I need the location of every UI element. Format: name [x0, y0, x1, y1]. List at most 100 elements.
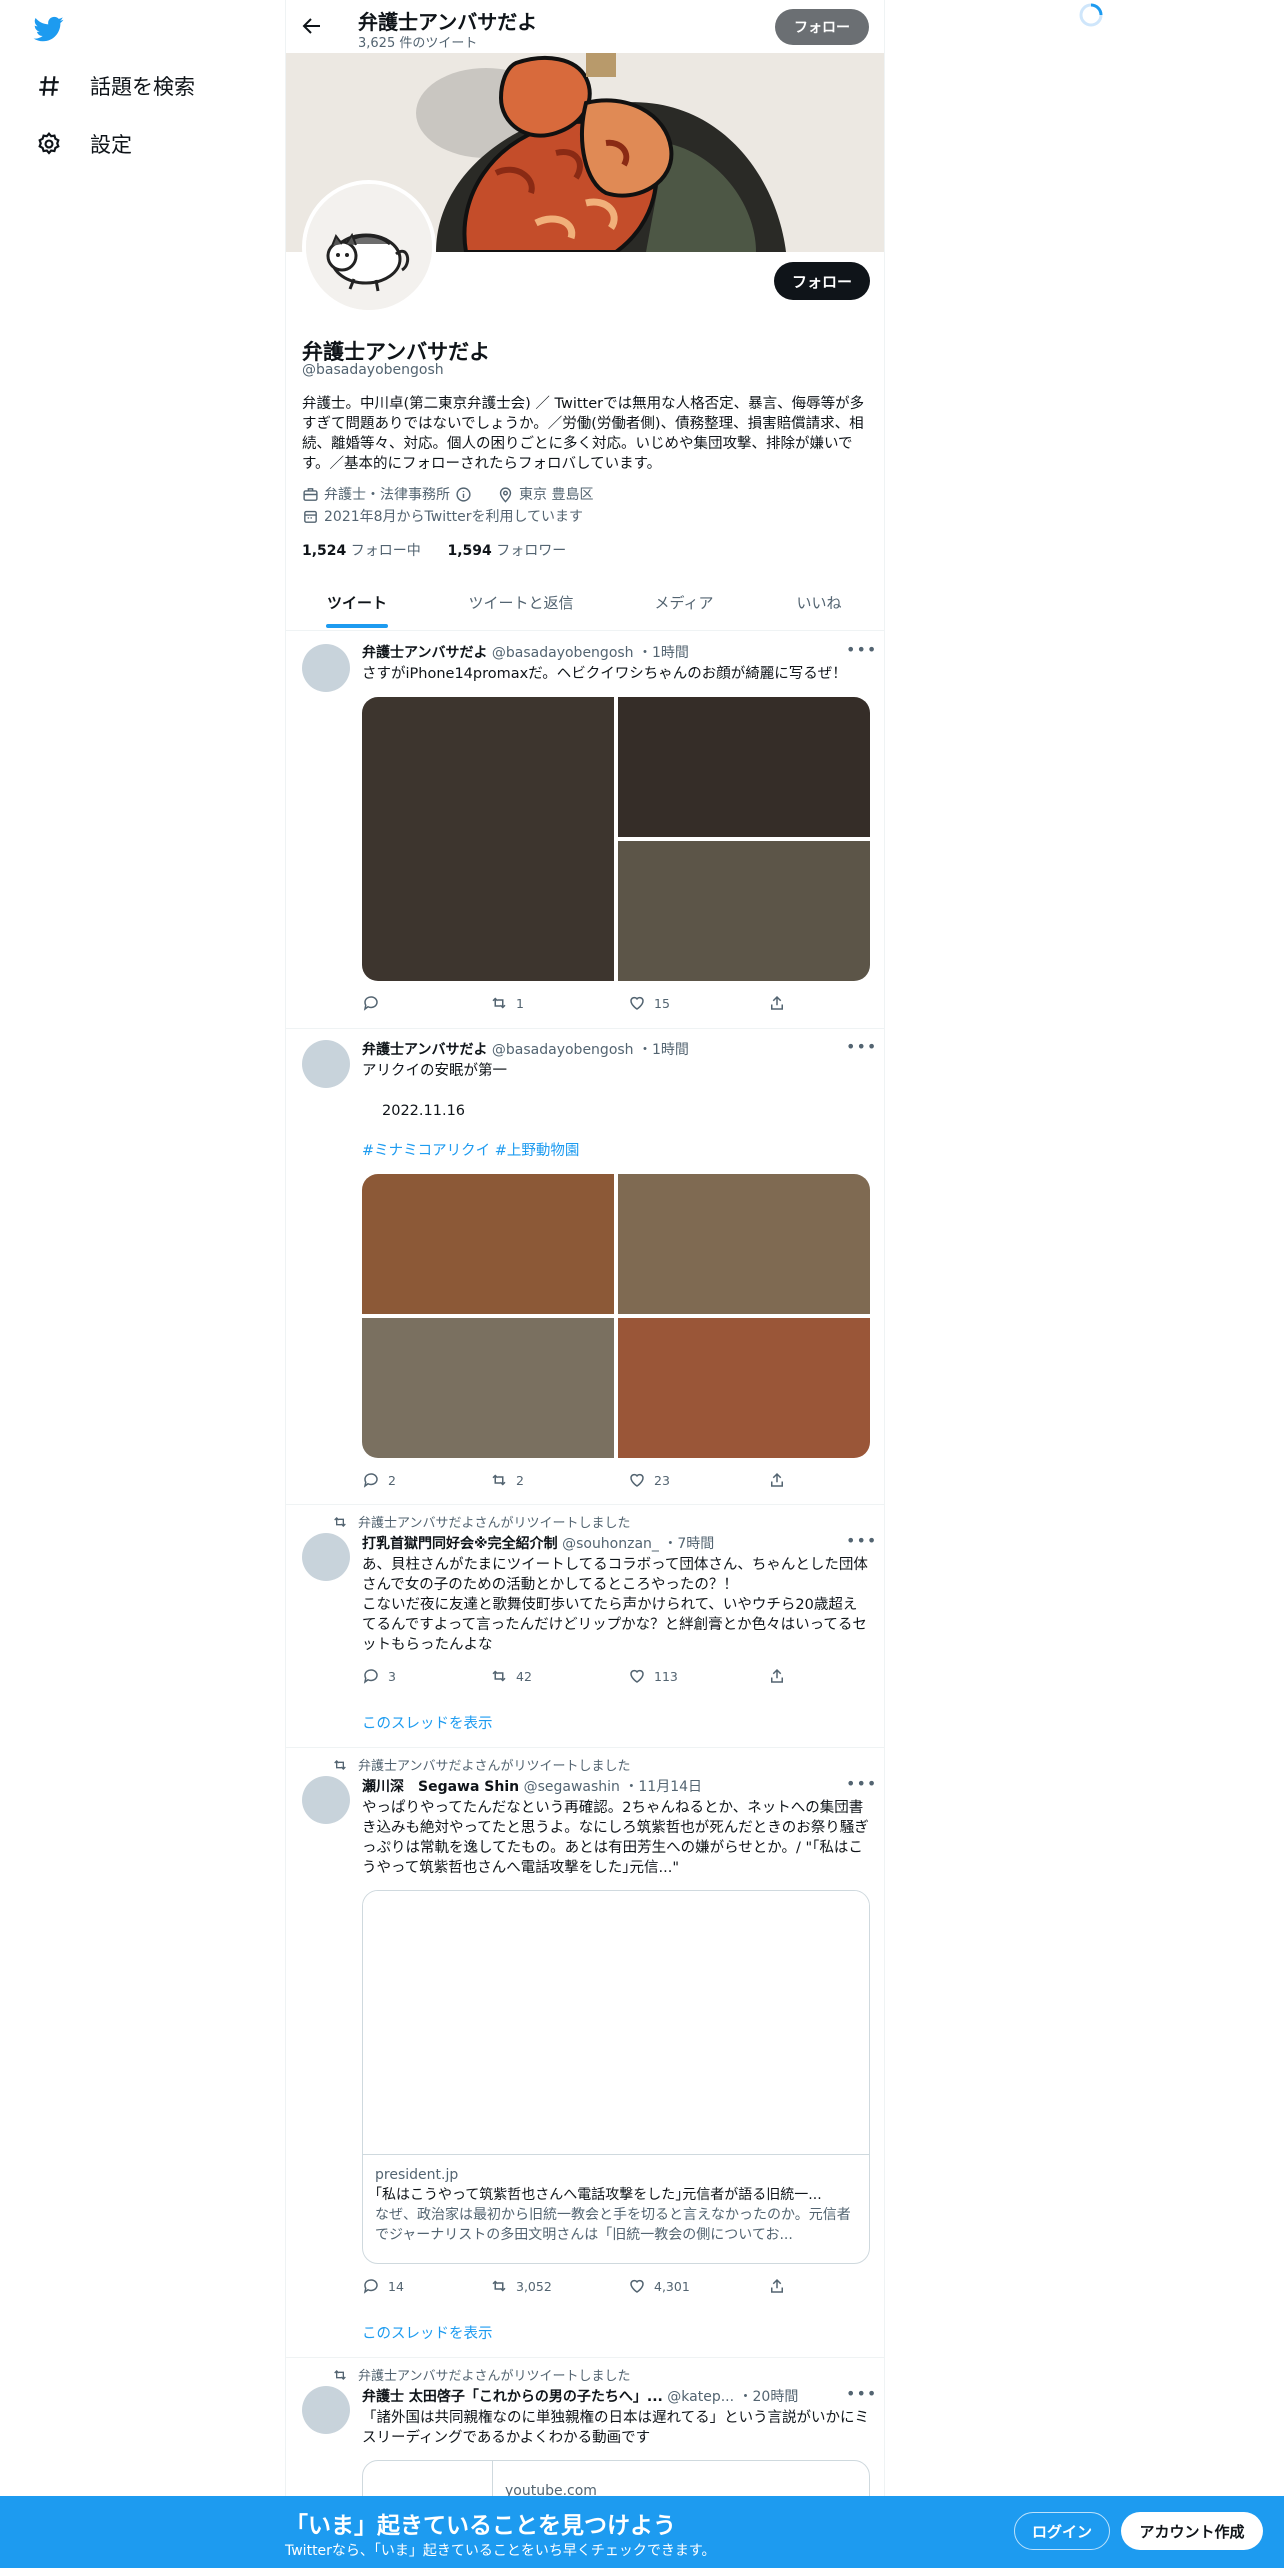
share-button[interactable] — [768, 1471, 786, 1489]
header-follow-button[interactable]: フォロー — [775, 9, 869, 45]
tweet-actions: 14 3,052 4,301 — [362, 2277, 783, 2297]
info-icon[interactable] — [455, 486, 472, 503]
tweet-author-name[interactable]: 弁護士アンバサだよ — [362, 1042, 487, 1058]
profile-joined-label: 2021年8月からTwitterを利用しています — [324, 509, 584, 525]
more-options-icon[interactable]: ••• — [846, 1037, 876, 1056]
header-name: 弁護士アンバサだよ — [358, 10, 538, 34]
tweet-time[interactable]: ・1時間 — [638, 645, 689, 661]
tweet-photo[interactable] — [618, 697, 870, 837]
tweet-photo[interactable] — [618, 841, 870, 981]
like-button[interactable]: 15 — [628, 994, 670, 1012]
profile-location-label: 東京 豊島区 — [519, 487, 594, 503]
tweet-photo[interactable] — [362, 1318, 614, 1458]
retweet-icon — [332, 1514, 348, 1530]
like-button[interactable]: 4,301 — [628, 2277, 690, 2295]
tweet-avatar[interactable] — [302, 1040, 350, 1088]
retweet-context-label[interactable]: 弁護士アンバサだよさんがリツイートしました — [358, 1512, 630, 1531]
retweet-button[interactable]: 1 — [490, 994, 524, 1012]
tab-tweets[interactable]: ツイート — [286, 574, 428, 630]
profile-avatar[interactable] — [302, 180, 436, 314]
tweet-photo[interactable] — [618, 1318, 870, 1458]
like-button[interactable]: 113 — [628, 1667, 678, 1685]
share-button[interactable] — [768, 1667, 786, 1685]
tweet-author-name[interactable]: 弁護士 太田啓子「これからの男の子たちへ」... — [362, 2389, 663, 2405]
tweet-author-handle[interactable]: @segawashin — [524, 1779, 620, 1795]
retweet-button[interactable]: 42 — [490, 1667, 532, 1685]
reply-button[interactable]: 2 — [362, 1471, 396, 1489]
tweet-avatar[interactable] — [302, 644, 350, 692]
tweet-avatar[interactable] — [302, 1776, 350, 1824]
show-thread-link[interactable]: このスレッドを表示 — [362, 1712, 493, 1733]
retweet-button[interactable]: 2 — [490, 1471, 524, 1489]
tweet-author-name[interactable]: 弁護士アンバサだよ — [362, 645, 487, 661]
twitter-logo-icon[interactable] — [32, 14, 66, 44]
retweet-button[interactable]: 3,052 — [490, 2277, 552, 2295]
sidebar-item-label: 話題を検索 — [90, 75, 195, 99]
tweet-hashtags[interactable]: #ミナミコアリクイ #上野動物園 — [362, 1141, 870, 1161]
loading-spinner-icon — [1078, 2, 1104, 28]
tweet-media-grid[interactable] — [362, 1174, 870, 1458]
signup-button[interactable]: アカウント作成 — [1121, 2512, 1263, 2550]
following-link[interactable]: 1,524 フォロー中 — [302, 543, 421, 559]
share-button[interactable] — [768, 2277, 786, 2295]
tweet-author-handle[interactable]: @katep... — [667, 2389, 734, 2405]
reply-button[interactable]: 3 — [362, 1667, 396, 1685]
retweet-context-label[interactable]: 弁護士アンバサだよさんがリツイートしました — [358, 1755, 630, 1774]
tweet-photo[interactable] — [362, 697, 614, 981]
link-card-title: ｢私はこうやって筑紫哲也さんへ電話攻撃をした｣元信者が語る旧統一... — [375, 2187, 822, 2203]
tweet-time[interactable]: ・11月14日 — [624, 1779, 702, 1795]
link-card-image[interactable] — [363, 1891, 869, 2155]
tweet-author-name[interactable]: 打乳首獄門同好会※完全紹介制 — [362, 1536, 558, 1552]
show-thread-link[interactable]: このスレッドを表示 — [362, 2322, 493, 2343]
tab-media[interactable]: メディア — [614, 574, 754, 630]
tweet-divider — [286, 1747, 884, 1748]
signup-banner: 「いま」起きていることを見つけよう Twitterなら、「いま」起きていることを… — [0, 2496, 1284, 2568]
reply-button[interactable]: 14 — [362, 2277, 404, 2295]
sidebar-item-settings[interactable]: 設定 — [36, 120, 132, 168]
more-options-icon[interactable]: ••• — [846, 640, 876, 659]
tweet-author-handle[interactable]: @basadayobengosh — [492, 1042, 634, 1058]
tab-likes[interactable]: いいね — [754, 574, 884, 630]
login-button[interactable]: ログイン — [1014, 2512, 1110, 2550]
retweet-context-label[interactable]: 弁護士アンバサだよさんがリツイートしました — [358, 2365, 630, 2384]
tweet-text: さすがiPhone14promaxだ。ヘビクイワシちゃんのお顔が綺麗に写るぜ！ — [362, 666, 847, 682]
tweet-count: 3,625 件のツイート — [358, 36, 478, 51]
profile-bio: 弁護士。中川卓(第二東京弁護士会) ／ Twitterでは無用な人格否定、暴言、… — [302, 396, 865, 472]
tweet-author-name[interactable]: 瀬川深 Segawa Shin — [362, 1779, 519, 1795]
tweet-header: 瀬川深 Segawa Shin @segawashin ・11月14日 — [362, 1776, 702, 1796]
more-options-icon[interactable]: ••• — [846, 2384, 876, 2403]
hashtag-icon — [36, 73, 62, 99]
tweet-author-handle[interactable]: @souhonzan_ — [562, 1536, 659, 1552]
tweet-time[interactable]: ・20時間 — [739, 2389, 799, 2405]
calendar-icon — [302, 508, 319, 525]
tweet-time[interactable]: ・7時間 — [663, 1536, 714, 1552]
sidebar-item-explore[interactable]: 話題を検索 — [36, 62, 195, 110]
tweet-media-grid[interactable] — [362, 697, 870, 981]
tweet-header: 弁護士アンバサだよ @basadayobengosh ・1時間 — [362, 642, 689, 662]
tweet-header: 弁護士 太田啓子「これからの男の子たちへ」... @katep... ・20時間 — [362, 2386, 798, 2406]
tweet-photo[interactable] — [618, 1174, 870, 1314]
share-button[interactable] — [768, 994, 786, 1012]
followers-link[interactable]: 1,594 フォロワー — [447, 543, 566, 559]
signup-banner-title: 「いま」起きていることを見つけよう — [285, 2513, 676, 2539]
reply-button[interactable] — [362, 994, 388, 1012]
tweet-header: 打乳首獄門同好会※完全紹介制 @souhonzan_ ・7時間 — [362, 1533, 714, 1553]
tab-tweets-and-replies[interactable]: ツイートと返信 — [428, 574, 614, 630]
tweet-time[interactable]: ・1時間 — [638, 1042, 689, 1058]
link-card[interactable]: president.jp ｢私はこうやって筑紫哲也さんへ電話攻撃をした｣元信者が… — [362, 1890, 870, 2264]
like-button[interactable]: 23 — [628, 1471, 670, 1489]
tweet-text: やっぱりやってたんだなという再確認。2ちゃんねるとか、ネットへの集団書き込みも絶… — [362, 1800, 869, 1876]
retweet-context: 弁護士アンバサだよさんがリツイートしました — [332, 1755, 630, 1774]
follow-button[interactable]: フォロー — [774, 262, 870, 300]
active-tab-indicator — [326, 624, 388, 628]
more-options-icon[interactable]: ••• — [846, 1531, 876, 1550]
sidebar-item-label: 設定 — [90, 133, 132, 157]
tweet-avatar[interactable] — [302, 1533, 350, 1581]
tweet-author-handle[interactable]: @basadayobengosh — [492, 645, 634, 661]
profile-category: 弁護士・法律事務所 — [302, 484, 472, 504]
back-arrow-icon[interactable] — [300, 14, 324, 38]
tweet-photo[interactable] — [362, 1174, 614, 1314]
tweet-avatar[interactable] — [302, 2386, 350, 2434]
gear-icon — [36, 131, 62, 157]
more-options-icon[interactable]: ••• — [846, 1774, 876, 1793]
